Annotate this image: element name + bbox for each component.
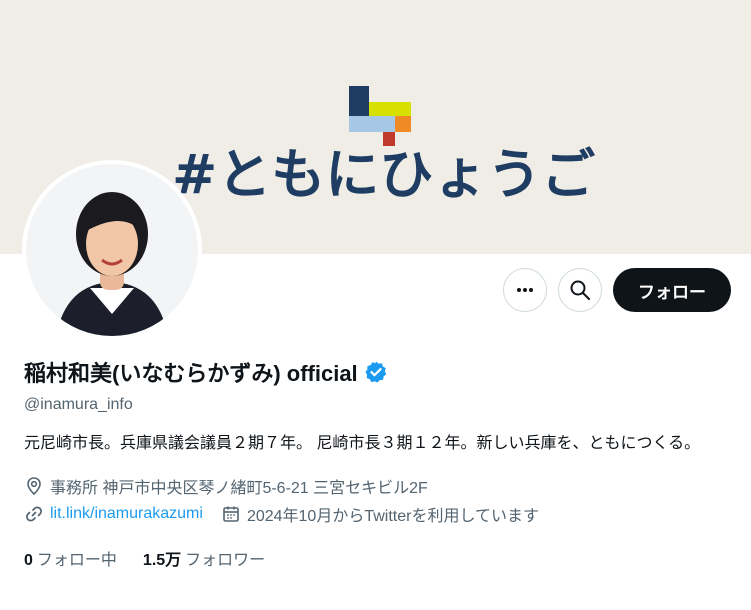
link-icon	[26, 506, 42, 522]
profile-info: 稲村和美(いなむらかずみ) official @inamura_info 元尼崎…	[24, 356, 734, 570]
user-handle: @inamura_info	[24, 396, 133, 413]
profile-bio: 元尼崎市長。兵庫県議会議員２期７年。 尼崎市長３期１２年。新しい兵庫を、ともにつ…	[24, 435, 701, 452]
display-name: 稲村和美(いなむらかずみ) official	[24, 361, 358, 386]
website-item[interactable]: lit.link/inamurakazumi	[24, 504, 203, 524]
profile-photo-avatar	[26, 164, 198, 336]
following-number: 0	[24, 552, 33, 569]
follow-counts: 0 フォロー中 1.5万 フォロワー	[24, 546, 734, 570]
profile-actions: フォロー	[503, 268, 731, 312]
joined-text: 2024年10月からTwitterを利用しています	[246, 508, 539, 525]
follow-button[interactable]: フォロー	[613, 268, 731, 312]
banner-slogan: #ともにひょうご	[172, 143, 596, 206]
verified-badge-icon[interactable]	[364, 360, 388, 384]
followers-number: 1.5万	[142, 552, 182, 569]
name-row: 稲村和美(いなむらかずみ) official	[24, 356, 734, 388]
following-count[interactable]: 0 フォロー中	[24, 546, 117, 570]
search-button[interactable]	[558, 268, 602, 312]
following-label: フォロー中	[36, 552, 117, 569]
followers-count[interactable]: 1.5万 フォロワー	[143, 546, 265, 570]
location-text: 事務所 神戸市中央区琴ノ緒町5-6-21 三宮セキビル2F	[50, 480, 428, 497]
followers-label: フォロワー	[185, 552, 266, 569]
profile-meta: 事務所 神戸市中央区琴ノ緒町5-6-21 三宮セキビル2F lit.link/i…	[24, 472, 734, 528]
joined-item: 2024年10月からTwitterを利用しています	[221, 502, 539, 526]
more-horizontal-icon	[517, 288, 533, 292]
calendar-icon	[223, 506, 239, 522]
avatar[interactable]	[22, 160, 202, 340]
hyogo-blocks-logo-icon	[349, 86, 411, 146]
more-button[interactable]	[503, 268, 547, 312]
location-pin-icon	[27, 477, 41, 496]
search-icon	[570, 280, 590, 300]
website-link[interactable]: lit.link/inamurakazumi	[50, 505, 203, 523]
location-item: 事務所 神戸市中央区琴ノ緒町5-6-21 三宮セキビル2F	[24, 474, 428, 498]
